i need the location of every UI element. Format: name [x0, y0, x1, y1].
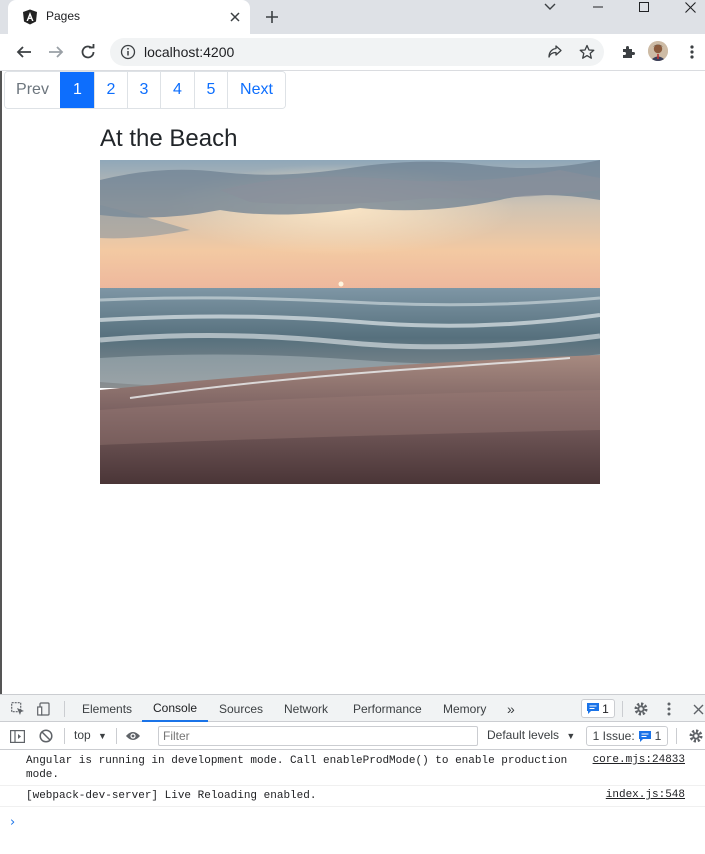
reload-icon[interactable]: [78, 42, 98, 62]
toolbar-divider: [64, 701, 65, 717]
log-message: Angular is running in development mode. …: [26, 755, 574, 781]
maximize-icon[interactable]: [622, 0, 666, 14]
tab-strip: Pages: [0, 0, 705, 34]
show-sidebar-icon[interactable]: [8, 727, 26, 745]
log-levels-value: Default levels: [487, 728, 560, 742]
pagination-page-3[interactable]: 3: [127, 72, 160, 108]
window-close-icon[interactable]: [668, 0, 705, 14]
toolbar-divider: [64, 728, 65, 744]
page-title: At the Beach: [100, 125, 238, 152]
log-levels-select[interactable]: Default levels ▼: [487, 728, 575, 742]
angular-favicon-icon: [23, 9, 37, 25]
profile-avatar-icon[interactable]: [648, 41, 668, 61]
pagination-prev[interactable]: Prev: [5, 72, 60, 108]
pagination-page-5[interactable]: 5: [194, 72, 227, 108]
pagination-page-2[interactable]: 2: [94, 72, 127, 108]
forward-arrow-icon[interactable]: [46, 42, 66, 62]
log-source-link[interactable]: index.js:548: [606, 789, 685, 801]
address-bar[interactable]: localhost:4200: [110, 38, 604, 66]
minimize-icon[interactable]: [576, 0, 620, 14]
live-expression-eye-icon[interactable]: [124, 727, 142, 745]
log-source-link[interactable]: core.mjs:24833: [593, 754, 685, 766]
console-log-line: [webpack-dev-server] Live Reloading enab…: [0, 786, 705, 807]
share-icon[interactable]: [546, 43, 564, 61]
pagination-next[interactable]: Next: [227, 72, 285, 108]
context-select[interactable]: top ▼: [74, 728, 107, 742]
toolbar-divider: [676, 728, 677, 744]
message-icon: [638, 730, 651, 742]
browser-tab[interactable]: Pages: [8, 0, 250, 34]
tab-performance[interactable]: Performance: [353, 695, 422, 722]
console-log-line: Angular is running in development mode. …: [0, 751, 705, 786]
url-text[interactable]: localhost:4200: [144, 44, 234, 60]
inspect-element-icon[interactable]: [9, 700, 27, 718]
message-icon: [587, 703, 600, 714]
browser-toolbar: localhost:4200: [0, 34, 705, 71]
log-message: [webpack-dev-server] Live Reloading enab…: [26, 790, 317, 802]
console-output: Angular is running in development mode. …: [0, 751, 705, 830]
tab-console[interactable]: Console: [142, 695, 209, 722]
page-viewport: Prev 1 2 3 4 5 Next At the Beach: [0, 71, 705, 694]
pagination-page-1[interactable]: 1: [60, 72, 94, 108]
issues-count: 1: [654, 729, 662, 743]
dropdown-caret-icon: ▼: [566, 731, 576, 741]
console-filter-bar: top ▼ Default levels ▼ 1 Issue: 1: [0, 723, 705, 750]
devtools-menu-kebab-icon[interactable]: [660, 700, 678, 718]
tab-close-icon[interactable]: [226, 8, 244, 26]
console-messages-badge[interactable]: 1: [581, 699, 615, 718]
context-value: top: [74, 728, 91, 742]
pagination: Prev 1 2 3 4 5 Next: [4, 71, 286, 109]
pagination-page-4[interactable]: 4: [160, 72, 194, 108]
console-filter-input[interactable]: [158, 726, 478, 746]
new-tab-plus-icon[interactable]: [262, 7, 282, 27]
browser-menu-kebab-icon[interactable]: [682, 42, 702, 62]
console-settings-gear-icon[interactable]: [687, 727, 705, 745]
tab-network[interactable]: Network: [284, 695, 328, 722]
issues-button[interactable]: 1 Issue: 1: [586, 726, 668, 746]
toolbar-divider: [116, 728, 117, 744]
devtools-panel: Elements Console Sources Network Perform…: [0, 694, 705, 854]
bookmark-star-icon[interactable]: [578, 43, 596, 61]
toolbar-divider: [622, 701, 623, 717]
devtools-tab-bar: Elements Console Sources Network Perform…: [0, 695, 705, 722]
settings-gear-icon[interactable]: [632, 700, 650, 718]
clear-console-icon[interactable]: [37, 727, 55, 745]
tab-title: Pages: [46, 9, 81, 23]
devtools-close-icon[interactable]: [689, 700, 705, 718]
more-tabs-icon[interactable]: »: [507, 695, 515, 722]
tab-search-chevron-icon[interactable]: [528, 0, 572, 14]
dropdown-caret-icon: ▼: [98, 731, 107, 741]
back-arrow-icon[interactable]: [14, 42, 34, 62]
issues-label: 1 Issue:: [592, 729, 635, 743]
beach-sunset-image: [100, 160, 600, 484]
device-toolbar-icon[interactable]: [35, 700, 53, 718]
extensions-puzzle-icon[interactable]: [618, 42, 638, 62]
message-count: 1: [602, 701, 609, 716]
site-info-icon[interactable]: [120, 44, 136, 60]
tab-sources[interactable]: Sources: [219, 695, 263, 722]
console-prompt-chevron-icon[interactable]: ›: [10, 815, 15, 830]
tab-memory[interactable]: Memory: [443, 695, 486, 722]
tab-elements[interactable]: Elements: [82, 695, 132, 722]
